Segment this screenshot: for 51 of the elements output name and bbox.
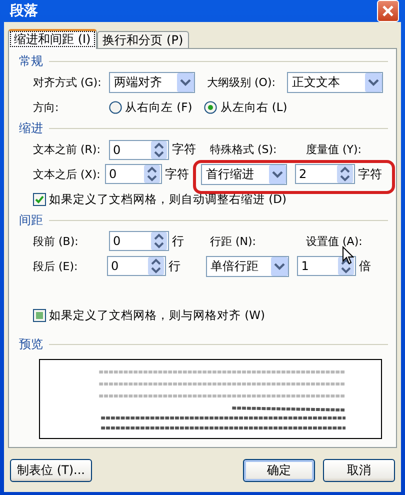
spin-field[interactable]: 0 <box>109 231 169 252</box>
checkbox-icon[interactable] <box>33 192 46 206</box>
spinner-icon[interactable] <box>337 165 354 184</box>
radio-icon[interactable] <box>109 100 122 114</box>
field-label: 大纲级别 (O): <box>207 75 276 90</box>
field-label: 特殊格式 (S): <box>210 142 278 158</box>
section-title: 间距 <box>19 212 43 229</box>
section-title: 常规 <box>19 53 43 70</box>
field-label: 文本之后 (X): <box>33 166 102 182</box>
dropdown[interactable]: 单倍行距 <box>206 256 290 277</box>
checkbox[interactable]: 如果定义了文档网格，则与网格对齐 (W) <box>33 308 265 324</box>
section-title: 预览 <box>19 336 43 353</box>
dropdown[interactable]: 正文文本 <box>287 72 383 94</box>
field-label: 设置值 (A): <box>306 234 362 248</box>
dropdown[interactable]: 首行缩进 <box>201 164 288 185</box>
spin-field[interactable]: 0 <box>109 140 169 160</box>
mouse-pointer-icon <box>342 246 354 265</box>
window-title: 段落 <box>10 2 38 20</box>
radio-button[interactable]: 从左向右 (L) <box>204 100 288 115</box>
spin-field[interactable]: 0 <box>104 164 162 184</box>
unit-label: 倍 <box>358 258 372 275</box>
close-button[interactable] <box>377 0 399 22</box>
unit-label: 字符 <box>171 141 197 158</box>
tab[interactable]: 缩进和间距 (I) <box>8 29 97 49</box>
spin-field[interactable]: 1 <box>297 256 356 276</box>
dropdown[interactable]: 两端对齐 <box>109 72 195 94</box>
dialog-button[interactable]: 制表位 (T)... <box>10 458 92 482</box>
radio-icon[interactable] <box>204 100 218 114</box>
field-label: 段前 (B): <box>33 234 80 249</box>
field-label: 行距 (N): <box>210 234 258 249</box>
field-label: 文本之前 (R): <box>33 142 102 158</box>
unit-label: 字符 <box>164 166 190 183</box>
checkbox-icon[interactable] <box>33 309 46 322</box>
field-label: 方向: <box>33 100 60 115</box>
checkbox[interactable]: 如果定义了文档网格，则自动调整右缩进 (D) <box>33 192 286 207</box>
spin-field[interactable]: 2 <box>295 164 356 184</box>
dialog-button[interactable]: 确定 <box>243 458 315 482</box>
spinner-icon[interactable] <box>144 165 160 184</box>
unit-label: 字符 <box>357 166 384 183</box>
radio-button[interactable]: 从右向左 (F) <box>109 100 192 115</box>
spin-field[interactable]: 0 <box>107 256 166 276</box>
dialog-button[interactable]: 取消 <box>323 458 395 482</box>
close-icon <box>382 5 394 17</box>
spinner-icon[interactable] <box>148 257 164 276</box>
section-title: 缩进 <box>19 120 43 137</box>
unit-label: 行 <box>171 232 185 250</box>
field-label: 度量值 (Y): <box>306 142 363 158</box>
tab[interactable]: 换行和分页 (P) <box>96 31 190 48</box>
field-label: 对齐方式 (G): <box>33 75 102 90</box>
unit-label: 行 <box>168 258 182 275</box>
field-label: 段后 (E): <box>33 258 79 274</box>
